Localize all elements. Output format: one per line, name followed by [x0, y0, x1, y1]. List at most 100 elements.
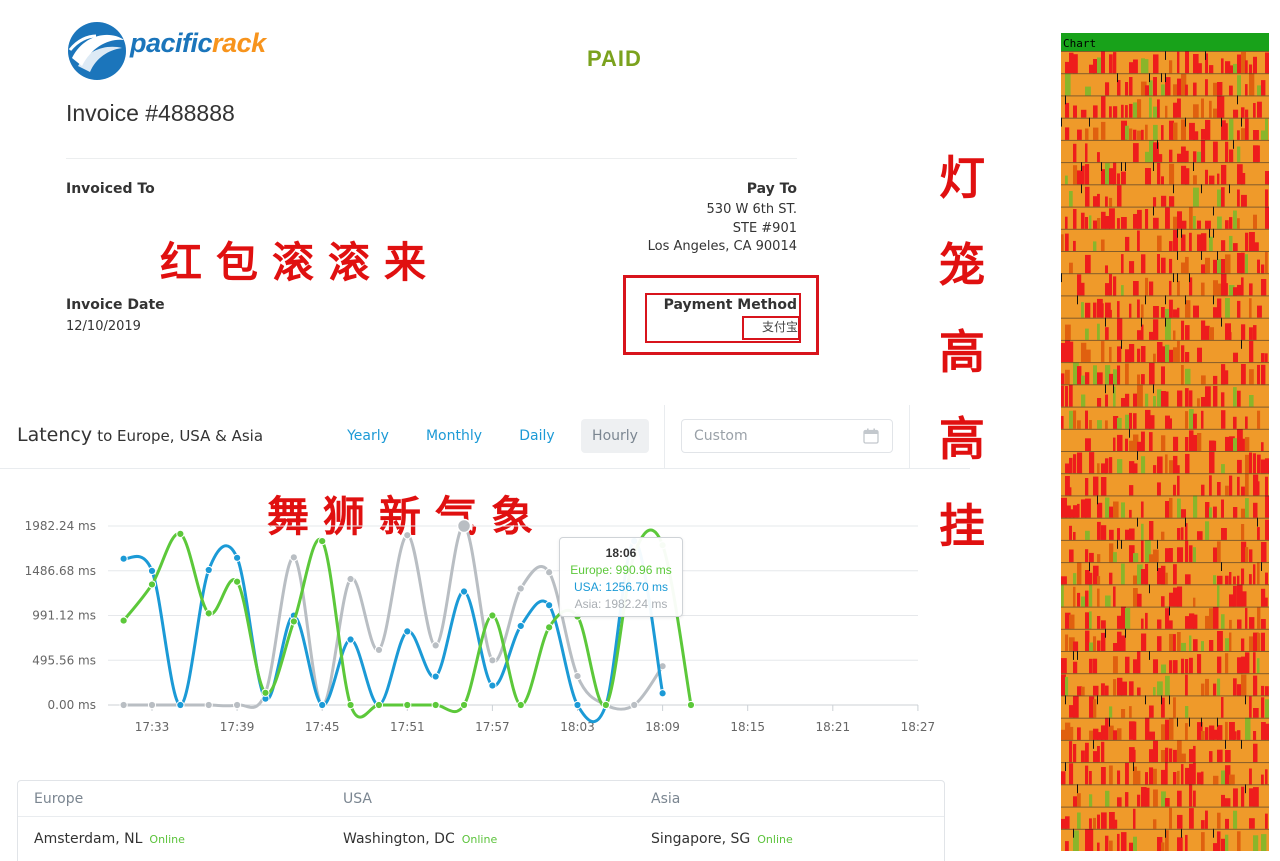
heat-cell: [1125, 608, 1131, 629]
heat-tick: [1065, 762, 1066, 771]
heat-cell: [1201, 832, 1205, 851]
heat-row-line: [1061, 784, 1269, 786]
x-tick-label: 17:51: [390, 720, 425, 734]
custom-date-input[interactable]: Custom: [681, 419, 893, 453]
heat-cell: [1249, 636, 1253, 651]
heat-cell: [1089, 452, 1095, 474]
heat-cell: [1233, 576, 1236, 585]
heat-cell: [1101, 725, 1106, 740]
heat-cell: [1257, 527, 1260, 540]
heat-tick: [1189, 717, 1190, 727]
heat-cell: [1233, 788, 1238, 807]
data-point-asia: [573, 672, 582, 681]
heat-cell: [1185, 325, 1190, 340]
data-point-europe: [488, 611, 497, 620]
heat-cell: [1213, 606, 1219, 629]
heat-cell: [1105, 685, 1109, 696]
latency-line-chart[interactable]: 1982.24 ms 1486.68 ms 991.12 ms 495.56 ms 0.…: [0, 470, 970, 750]
heat-cell: [1201, 484, 1205, 496]
heat-cell: [1241, 107, 1245, 118]
heat-cell: [1129, 412, 1132, 429]
heat-cell: [1161, 366, 1165, 385]
heat-cell: [1061, 385, 1064, 407]
heat-cell: [1205, 257, 1210, 274]
heat-cell: [1105, 420, 1108, 429]
heat-cell: [1133, 281, 1139, 296]
data-point-usa: [403, 627, 412, 636]
data-point-europe: [686, 700, 696, 710]
heat-cell: [1229, 475, 1233, 496]
heat-cell: [1085, 765, 1089, 785]
heat-cell: [1085, 478, 1089, 496]
heat-cell: [1161, 257, 1166, 274]
heat-cell: [1225, 721, 1228, 740]
heat-tick: [1213, 295, 1214, 305]
pay-to-line-3: Los Angeles, CA 90014: [647, 239, 797, 254]
heat-tick: [1061, 273, 1062, 283]
heat-cell: [1193, 175, 1197, 185]
tab-hourly[interactable]: Hourly: [581, 419, 649, 453]
globe-logo-icon: [68, 22, 126, 80]
location-item[interactable]: Washington, DC Online: [343, 831, 497, 847]
heat-cell: [1145, 59, 1149, 74]
data-point-asia: [374, 645, 384, 655]
heat-cell: [1125, 125, 1129, 140]
heat-cell: [1061, 373, 1065, 385]
heat-tick: [1077, 651, 1078, 660]
heat-cell: [1205, 220, 1211, 229]
heat-cell: [1145, 124, 1148, 140]
heat-cell: [1237, 218, 1240, 229]
pay-to-label: Pay To: [746, 181, 797, 197]
heat-cell: [1229, 235, 1233, 251]
heat-cell: [1253, 56, 1257, 74]
heat-cell: [1213, 440, 1217, 451]
custom-date-placeholder: Custom: [694, 428, 748, 444]
heat-cell: [1065, 369, 1070, 385]
heat-cell: [1257, 633, 1261, 651]
data-point-europe: [459, 700, 469, 710]
heat-cell: [1145, 563, 1149, 585]
location-item[interactable]: Singapore, SG Online: [651, 831, 793, 847]
pay-to-line-2: STE #901: [732, 221, 797, 236]
heat-tick: [1165, 51, 1166, 60]
tab-daily[interactable]: Daily: [510, 419, 564, 453]
heat-tick: [1081, 184, 1082, 194]
heat-cell: [1065, 676, 1069, 696]
heat-row-line: [1061, 562, 1269, 564]
heat-cell: [1133, 413, 1137, 429]
heat-cell: [1161, 842, 1165, 851]
heat-cell: [1265, 699, 1269, 718]
heat-cell: [1129, 77, 1133, 96]
heat-cell: [1169, 280, 1172, 296]
heat-cell: [1153, 687, 1156, 696]
heat-cell: [1117, 417, 1122, 429]
heat-cell: [1225, 575, 1229, 585]
heat-cell: [1193, 216, 1196, 229]
heat-cell: [1061, 771, 1066, 785]
heat-cell: [1093, 302, 1097, 318]
heat-cell: [1185, 723, 1188, 740]
heat-cell: [1101, 741, 1105, 763]
heat-cell: [1081, 212, 1085, 229]
tab-yearly[interactable]: Yearly: [337, 419, 399, 453]
tab-monthly[interactable]: Monthly: [420, 419, 488, 453]
heat-cell: [1097, 521, 1101, 540]
heat-cell: [1097, 588, 1100, 607]
heat-row-line: [1061, 495, 1269, 497]
heat-cell: [1241, 568, 1245, 585]
heat-cell: [1169, 299, 1173, 318]
calendar-icon[interactable]: [863, 428, 879, 444]
location-item[interactable]: Amsterdam, NL Online: [34, 831, 185, 847]
heat-cell: [1129, 62, 1133, 74]
heat-row-line: [1061, 717, 1269, 719]
heat-cell: [1133, 749, 1136, 763]
heat-cell: [1185, 256, 1189, 274]
heat-cell: [1253, 130, 1259, 140]
heat-cell: [1257, 101, 1262, 118]
heat-cell: [1117, 833, 1120, 851]
heat-cell: [1261, 588, 1266, 607]
y-tick-label: 0.00 ms: [48, 698, 96, 712]
heat-cell: [1137, 230, 1140, 251]
heat-tick: [1081, 162, 1082, 171]
heat-cell: [1117, 615, 1122, 629]
